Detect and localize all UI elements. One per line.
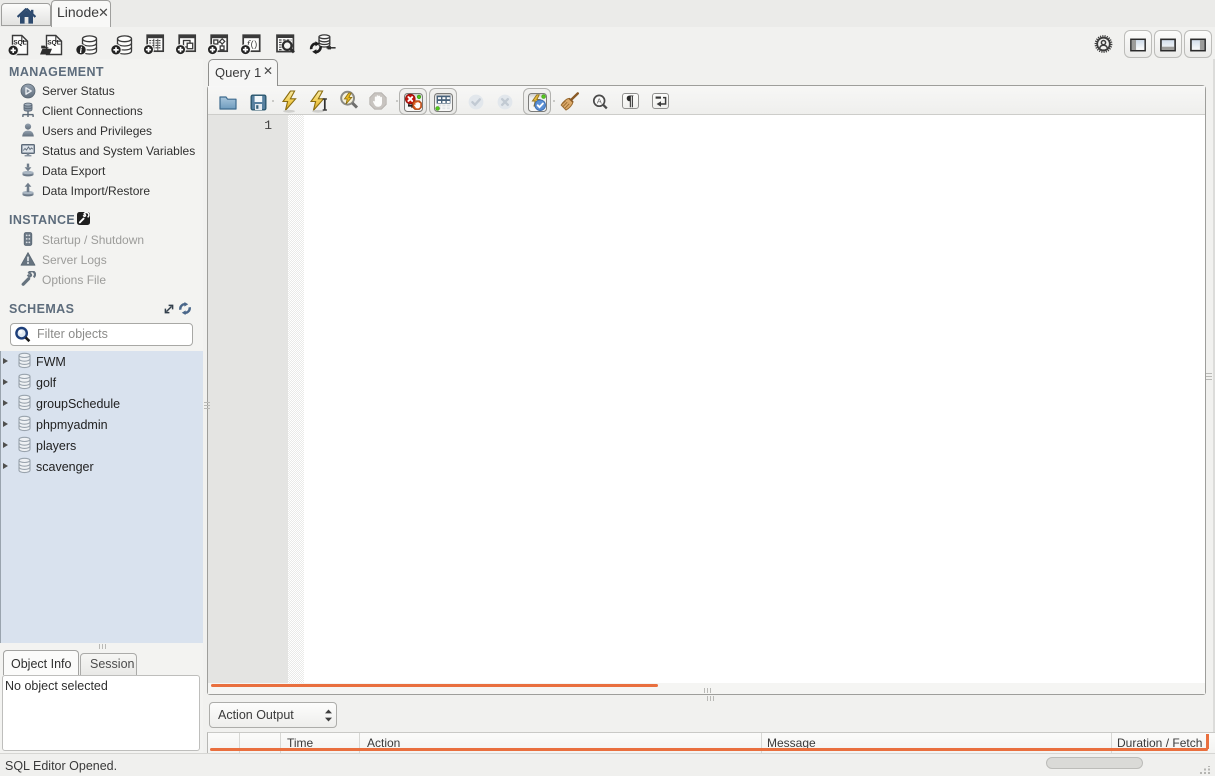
svg-text:(): () bbox=[251, 39, 258, 49]
svg-text:SQL: SQL bbox=[47, 39, 60, 46]
svg-text:A: A bbox=[597, 97, 602, 106]
